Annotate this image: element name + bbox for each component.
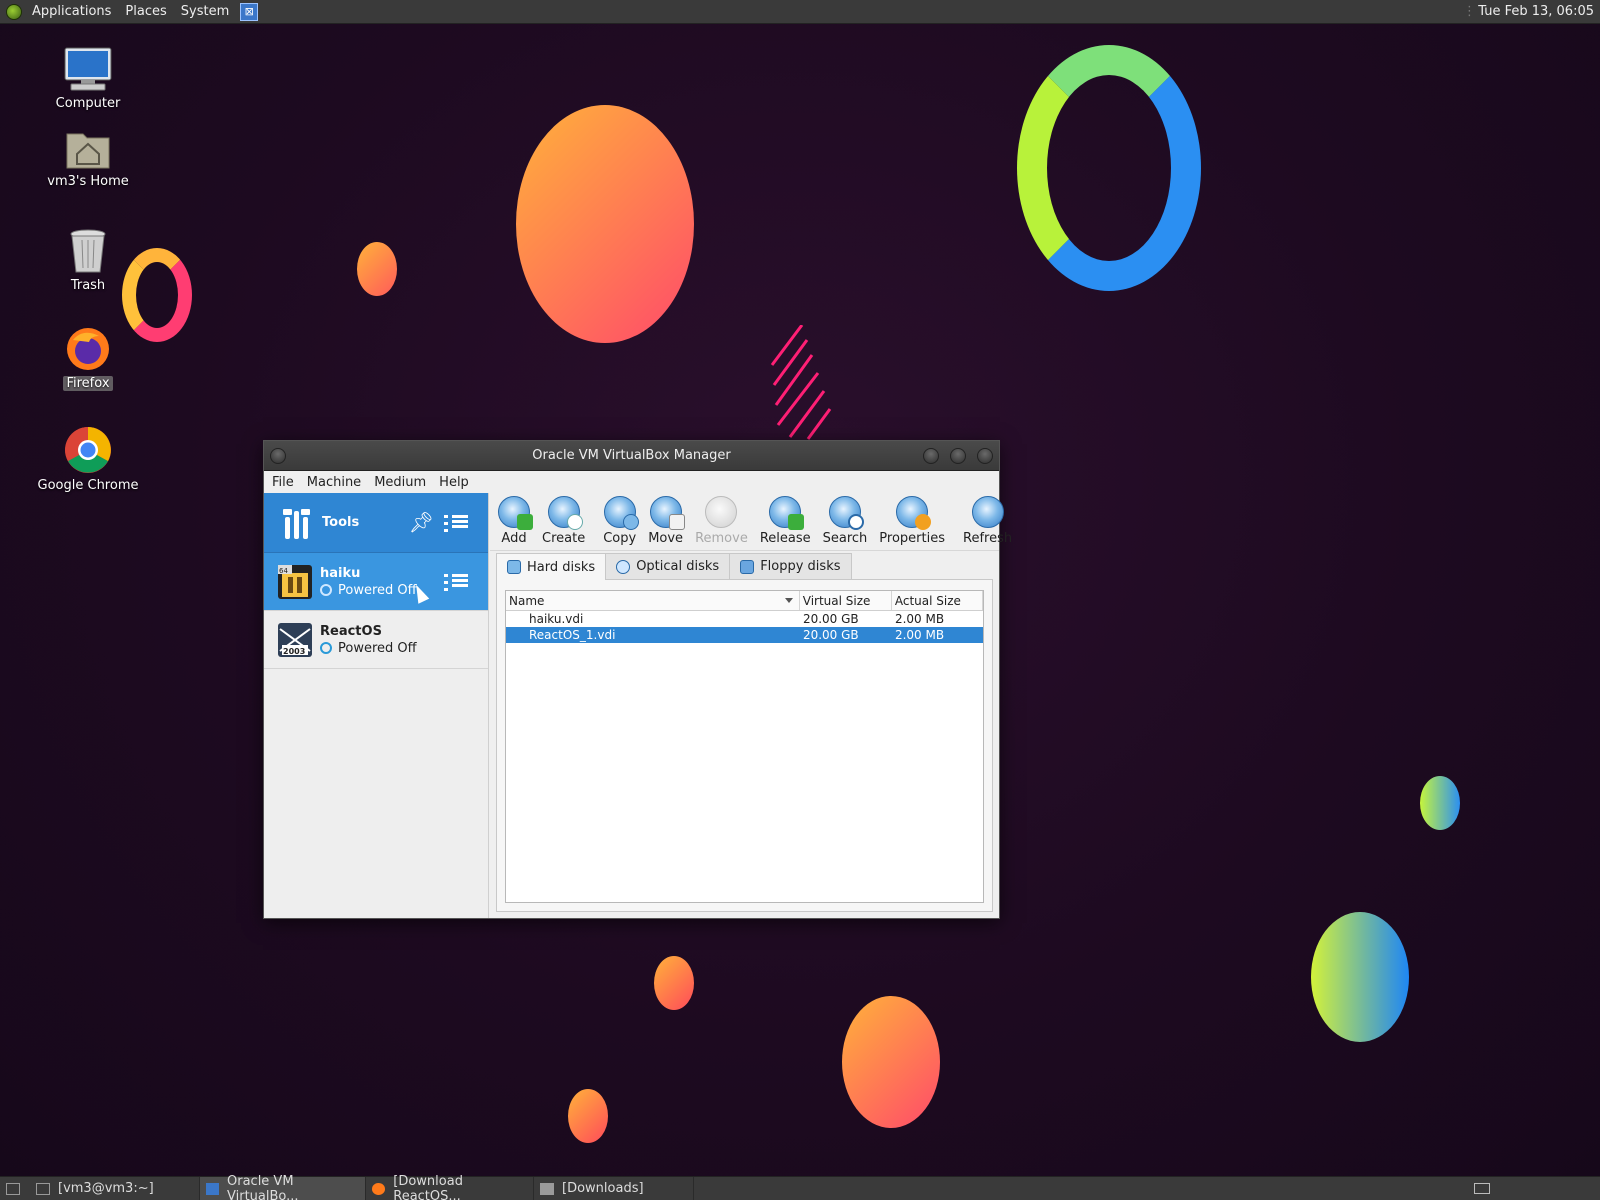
applications-menu[interactable]: Applications [25,4,118,19]
tools-item[interactable]: Tools 📌︎ [264,493,488,553]
pin-icon[interactable]: 📌︎ [409,510,434,534]
task-virtualbox[interactable]: Oracle VM VirtualBo... [200,1174,366,1200]
vm-state: Powered Off [320,582,417,599]
create-disk-icon [547,496,583,530]
maximize-button[interactable] [950,448,966,464]
vm-state: Powered Off [320,640,417,657]
media-toolbar: Add Create Copy Move Remove Release Sear… [490,492,1012,551]
menubar: File Machine Medium Help [264,471,999,493]
copy-button[interactable]: Copy [597,492,642,550]
bottom-taskbar: [vm3@vm3:~] Oracle VM VirtualBo... [Down… [0,1174,1600,1200]
places-menu[interactable]: Places [118,4,173,19]
create-button[interactable]: Create [536,492,591,550]
table-row[interactable]: haiku.vdi 20.00 GB 2.00 MB [506,611,983,627]
top-panel: Applications Places System ⊠ ⋮ Tue Feb 1… [0,0,1600,24]
media-table[interactable]: Name Virtual Size Actual Size haiku.vdi … [505,590,984,903]
floppy-disk-icon [740,559,755,574]
tab-floppy-disks[interactable]: Floppy disks [729,553,852,579]
home-folder-icon [65,128,111,170]
media-tabs: Hard disks Optical disks Floppy disks [496,553,852,580]
task-downloads[interactable]: [Downloads] [534,1176,694,1200]
desktop-icon-home[interactable]: vm3's Home [28,128,148,189]
distro-logo-icon[interactable] [6,3,22,20]
trash-icon [68,228,108,274]
folder-icon [540,1182,554,1195]
menu-medium[interactable]: Medium [369,475,431,490]
vm-item-reactos[interactable]: 2003 ReactOS Powered Off [264,611,488,669]
chrome-icon [64,426,112,474]
minimize-button[interactable] [923,448,939,464]
properties-button[interactable]: Properties [873,492,951,550]
table-header: Name Virtual Size Actual Size [506,591,983,611]
copy-disk-icon [603,496,639,530]
remove-button[interactable]: Remove [689,492,754,550]
remove-disk-icon [705,496,738,528]
hard-disks-panel: Name Virtual Size Actual Size haiku.vdi … [496,579,993,912]
virtualbox-manager-window: Oracle VM VirtualBox Manager File Machin… [263,440,1012,919]
virtualbox-icon [206,1182,219,1195]
window-menu-button[interactable] [270,448,286,464]
power-off-icon [320,584,332,596]
vm-menu-icon[interactable] [444,572,468,592]
system-menu[interactable]: System [174,4,236,19]
sort-arrow-icon [784,598,793,603]
svg-text:2003: 2003 [283,647,305,656]
release-disk-icon [769,496,805,530]
desktop-icon-firefox[interactable]: Firefox [28,326,148,391]
terminal-icon [36,1182,50,1195]
tab-hard-disks[interactable]: Hard disks [496,553,607,580]
svg-text:64: 64 [279,567,288,575]
column-header-actual-size[interactable]: Actual Size [892,591,983,610]
close-button[interactable] [977,448,993,464]
refresh-icon [971,496,1004,528]
machine-list-pane: Tools 📌︎ 64 haiku Powered Off 2003 React… [264,493,489,918]
search-disk-icon [828,496,864,530]
refresh-button[interactable]: Refresh [957,492,1018,550]
task-firefox[interactable]: [Download ReactOS... [366,1174,534,1200]
vm-item-haiku[interactable]: 64 haiku Powered Off [264,553,488,611]
search-button[interactable]: Search [817,492,874,550]
move-disk-icon [649,496,685,530]
show-desktop-icon[interactable] [6,1182,20,1195]
panel-separator: ⋮ [1463,4,1476,19]
menu-help[interactable]: Help [434,475,474,490]
workspace-switcher-icon[interactable] [1474,1183,1490,1194]
tools-icon [283,508,310,539]
vm-name: ReactOS [320,623,382,639]
power-off-icon [320,642,332,654]
table-row[interactable]: ReactOS_1.vdi 20.00 GB 2.00 MB [506,627,983,643]
desktop-icon-trash[interactable]: Trash [28,228,148,293]
add-button[interactable]: Add [492,492,536,550]
tools-menu-icon[interactable] [444,513,468,533]
tools-label: Tools [322,515,360,530]
column-header-virtual-size[interactable]: Virtual Size [800,591,892,610]
desktop-icon-computer[interactable]: Computer [28,46,148,111]
task-terminal[interactable]: [vm3@vm3:~] [30,1176,200,1200]
move-button[interactable]: Move [642,492,689,550]
haiku-os-icon: 64 [278,564,312,599]
desktop-icon-chrome[interactable]: Google Chrome [28,426,148,493]
add-disk-icon [498,496,533,530]
firefox-icon [65,326,111,372]
menu-machine[interactable]: Machine [302,475,366,490]
reactos-icon: 2003 [278,622,312,657]
virtualbox-launcher-icon[interactable]: ⊠ [240,2,259,21]
window-titlebar[interactable]: Oracle VM VirtualBox Manager [264,441,999,471]
release-button[interactable]: Release [754,492,817,550]
optical-disk-icon [616,559,631,574]
tab-optical-disks[interactable]: Optical disks [605,553,731,579]
firefox-icon [372,1182,386,1195]
computer-icon [63,46,113,92]
vm-name: haiku [320,565,361,581]
window-title: Oracle VM VirtualBox Manager [532,448,731,463]
clock[interactable]: Tue Feb 13, 06:05 [1478,4,1594,19]
properties-gear-icon [896,496,932,530]
menu-file[interactable]: File [267,475,299,490]
media-manager-pane: Add Create Copy Move Remove Release Sear… [490,492,1012,918]
hard-disk-icon [507,560,521,574]
column-header-name[interactable]: Name [506,591,800,610]
